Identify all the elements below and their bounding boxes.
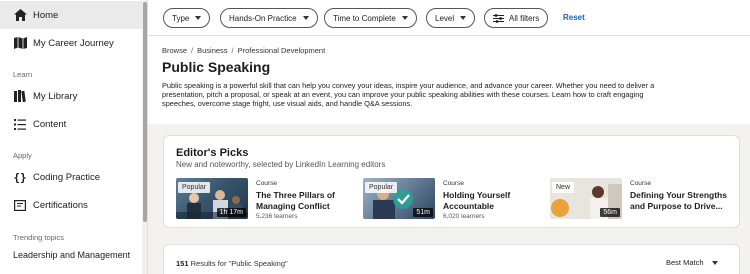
sidebar-item-home[interactable]: Home (0, 1, 142, 29)
sidebar-item-label: Coding Practice (33, 171, 101, 183)
results-summary: 151 Results for "Public Speaking" (176, 259, 288, 268)
map-icon (13, 36, 27, 50)
course-badge: New (552, 182, 575, 193)
caret-down-icon (711, 260, 718, 265)
sidebar-item-label: My Library (33, 90, 78, 102)
filter-label: All filters (509, 13, 540, 23)
breadcrumb: Browse / Business / Professional Development (162, 46, 326, 55)
course-badge: Popular (365, 182, 398, 193)
filter-label: Time to Complete (333, 13, 396, 23)
section-title: Editor's Picks (176, 147, 249, 159)
list-icon (13, 117, 27, 131)
sidebar-item-career-journey[interactable]: My Career Journey (0, 29, 142, 57)
course-learners: 5,236 learners (256, 213, 298, 220)
results-count: 151 (176, 259, 189, 268)
caret-down-icon (195, 16, 202, 20)
results-label: Results for "Public Speaking" (190, 259, 288, 268)
sidebar-item-label: Content (33, 118, 67, 130)
code-braces-icon: {} (13, 170, 27, 184)
breadcrumb-item[interactable]: Business (197, 46, 227, 55)
course-type: Course (443, 180, 464, 187)
course-type: Course (630, 180, 651, 187)
certificate-icon (13, 198, 27, 212)
topic-description: Public speaking is a powerful skill that… (162, 81, 655, 109)
results-bar: 151 Results for "Public Speaking" Best M… (163, 244, 740, 274)
filter-hands-on-dropdown[interactable]: Hands-On Practice (220, 8, 318, 28)
course-type: Course (256, 180, 277, 187)
home-icon (13, 8, 27, 22)
topic-header: Browse / Business / Professional Development… (148, 36, 750, 124)
course-thumbnail: New 56m (550, 178, 622, 219)
sliders-icon (493, 13, 504, 23)
course-card[interactable]: New 56m Course Defining Your Strengths a… (550, 178, 730, 222)
sidebar-item-label: Certifications (33, 199, 88, 211)
all-filters-button[interactable]: All filters (484, 8, 549, 28)
course-thumbnail: Popular 1h 17m (176, 178, 248, 219)
section-label-apply: Apply (13, 151, 32, 160)
filter-time-dropdown[interactable]: Time to Complete (324, 8, 417, 28)
sidebar-item-my-library[interactable]: My Library (0, 82, 142, 110)
course-duration: 1h 17m (216, 208, 246, 217)
course-title[interactable]: The Three Pillars of Managing Conflict (256, 190, 356, 212)
sidebar-item-coding-practice[interactable]: {} Coding Practice (0, 163, 142, 191)
filter-label: Hands-On Practice (229, 13, 297, 23)
caret-down-icon (460, 16, 467, 20)
section-label-trending: Trending topics (13, 233, 64, 242)
course-learners: 6,020 learners (443, 213, 485, 220)
course-card[interactable]: Popular 51m Course Holding Yourself Acco… (363, 178, 543, 222)
course-duration: 56m (600, 208, 620, 217)
section-subtitle: New and noteworthy, selected by LinkedIn… (176, 160, 386, 169)
course-badge: Popular (178, 182, 211, 193)
course-duration: 51m (413, 208, 433, 217)
editors-picks-card: Editor's Picks New and noteworthy, selec… (163, 135, 740, 228)
breadcrumb-item[interactable]: Browse (162, 46, 187, 55)
course-title[interactable]: Holding Yourself Accountable (443, 190, 543, 212)
course-thumbnail: Popular 51m (363, 178, 435, 219)
caret-down-icon (302, 16, 309, 20)
course-card[interactable]: Popular 1h 17m Course The Three Pillars … (176, 178, 356, 222)
filter-label: Type (172, 13, 190, 23)
sidebar-item-certifications[interactable]: Certifications (0, 191, 142, 219)
library-icon (13, 89, 27, 103)
course-title[interactable]: Defining Your Strengths and Purpose to D… (630, 190, 730, 212)
caret-down-icon (401, 16, 408, 20)
scrollbar-thumb[interactable] (143, 2, 147, 222)
sidebar: Home My Career Journey Learn My Library … (0, 0, 148, 274)
section-label-learn: Learn (13, 70, 33, 79)
sidebar-item-label: Home (33, 9, 59, 21)
filter-type-dropdown[interactable]: Type (163, 8, 211, 28)
breadcrumb-item[interactable]: Professional Development (238, 46, 326, 55)
sidebar-item-content[interactable]: Content (0, 110, 142, 138)
filter-level-dropdown[interactable]: Level (426, 8, 476, 28)
filter-bar: Type Hands-On Practice Time to Complete … (148, 0, 750, 36)
trending-topic-item[interactable]: Leadership and Management (13, 249, 133, 261)
filter-label: Level (435, 13, 455, 23)
sort-label: Best Match (666, 258, 704, 267)
sidebar-item-label: My Career Journey (33, 37, 114, 49)
sort-dropdown[interactable]: Best Match (666, 258, 718, 267)
reset-button[interactable]: Reset (563, 13, 585, 22)
page-title: Public Speaking (162, 59, 271, 75)
